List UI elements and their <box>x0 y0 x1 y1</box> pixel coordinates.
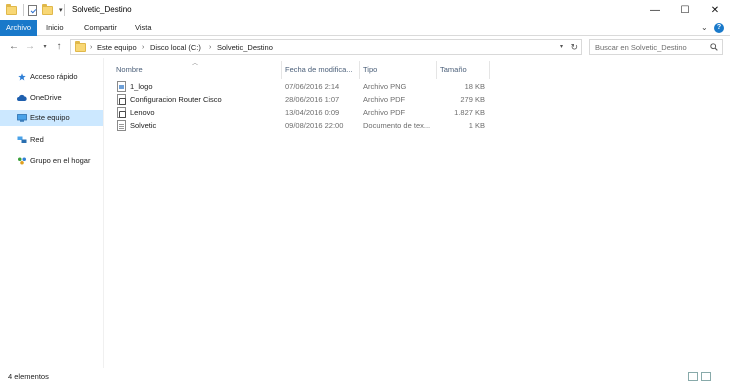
help-icon[interactable]: ? <box>714 23 724 33</box>
sidebar-item-label: Red <box>30 135 44 144</box>
file-date: 13/04/2016 0:09 <box>285 108 340 117</box>
sidebar-item-grupo-en-el-hogar[interactable]: Grupo en el hogar <box>0 153 103 169</box>
details-view-icon[interactable] <box>688 372 698 381</box>
column-divider[interactable] <box>436 61 437 79</box>
column-header-name[interactable]: Nombre <box>116 63 143 77</box>
file-date: 07/06/2016 2:14 <box>285 82 340 91</box>
file-name: Lenovo <box>130 108 155 117</box>
maximize-button[interactable]: ☐ <box>670 0 700 20</box>
forward-icon[interactable]: → <box>24 40 36 54</box>
file-size: 18 KB <box>464 82 485 91</box>
file-size: 1 KB <box>468 121 485 130</box>
folder-icon <box>75 41 86 52</box>
breadcrumb-solvetic-destino[interactable]: Solvetic_Destino <box>217 42 273 53</box>
toolbar-divider <box>63 4 65 16</box>
text-file-icon <box>117 120 126 131</box>
homegroup-icon <box>18 157 26 165</box>
file-row[interactable]: 1_logo 07/06/2016 2:14 Archivo PNG 18 KB <box>112 80 498 93</box>
breadcrumb-disco-local[interactable]: Disco local (C:) <box>150 42 201 53</box>
file-name: Configuracion Router Cisco <box>130 95 222 104</box>
properties-icon[interactable] <box>28 4 37 16</box>
sidebar-item-acceso-rapido[interactable]: Acceso rápido <box>0 69 103 85</box>
network-icon <box>17 136 27 143</box>
tab-vista[interactable]: Vista <box>135 20 152 36</box>
new-folder-icon[interactable] <box>42 3 53 15</box>
file-row[interactable]: Lenovo 13/04/2016 0:09 Archivo PDF 1.827… <box>112 106 498 119</box>
file-list: ︿ Nombre Fecha de modifica... Tipo Tamañ… <box>104 58 730 368</box>
sidebar-item-este-equipo[interactable]: Este equipo <box>0 110 103 126</box>
sort-ascending-icon: ︿ <box>192 61 199 67</box>
address-bar[interactable]: › Este equipo › Disco local (C:) › Solve… <box>70 39 582 55</box>
file-row[interactable]: Configuracion Router Cisco 28/06/2016 1:… <box>112 93 498 106</box>
cloud-icon <box>17 94 27 101</box>
file-name: Solvetic <box>130 121 157 130</box>
tab-archivo[interactable]: Archivo <box>0 20 38 36</box>
pdf-file-icon <box>117 107 126 118</box>
column-header-type[interactable]: Tipo <box>363 63 377 77</box>
sidebar-item-label: OneDrive <box>30 93 62 102</box>
pdf-file-icon <box>117 94 126 105</box>
item-count: 4 elementos <box>8 372 49 381</box>
minimize-button[interactable]: — <box>640 0 670 20</box>
breadcrumb-separator[interactable]: › <box>209 42 211 53</box>
refresh-icon[interactable]: ↻ <box>570 41 578 53</box>
customize-toolbar-icon[interactable]: ▾ <box>59 6 63 14</box>
close-button[interactable]: ✕ <box>700 0 730 20</box>
back-icon[interactable]: ← <box>8 40 20 54</box>
column-header-size[interactable]: Tamaño <box>440 63 467 77</box>
large-icons-view-icon[interactable] <box>701 372 711 381</box>
breadcrumb-separator[interactable]: › <box>90 42 92 53</box>
star-icon <box>18 73 26 81</box>
folder-icon <box>6 3 17 15</box>
sidebar-item-label: Grupo en el hogar <box>30 156 91 165</box>
column-header-date[interactable]: Fecha de modifica... <box>285 63 353 77</box>
search-input[interactable]: Buscar en Solvetic_Destino <box>589 39 723 55</box>
file-size: 279 KB <box>460 95 485 104</box>
address-dropdown-icon[interactable]: ▾ <box>560 42 563 53</box>
recent-locations-icon[interactable]: ▾ <box>39 40 51 54</box>
title-bar: ▾ Solvetic_Destino — ☐ ✕ <box>0 0 730 20</box>
file-type: Documento de tex... <box>363 121 431 130</box>
window-title: Solvetic_Destino <box>72 5 132 14</box>
file-type: Archivo PDF <box>363 108 406 117</box>
file-type: Archivo PNG <box>363 82 407 91</box>
tab-compartir[interactable]: Compartir <box>84 20 117 36</box>
search-icon <box>710 43 718 51</box>
column-divider[interactable] <box>359 61 360 79</box>
sidebar-item-label: Acceso rápido <box>30 72 78 81</box>
ribbon-tabs: Archivo Inicio Compartir Vista ⌄ ? <box>0 20 730 36</box>
png-file-icon <box>117 81 126 92</box>
toolbar-divider <box>23 4 24 16</box>
navigation-pane: Acceso rápido OneDrive Este equipo Red G… <box>0 62 103 368</box>
breadcrumb-este-equipo[interactable]: Este equipo <box>97 42 137 53</box>
file-row[interactable]: Solvetic 09/08/2016 22:00 Documento de t… <box>112 119 498 132</box>
tab-inicio[interactable]: Inicio <box>46 20 64 36</box>
navigation-bar: ← → ▾ ↑ › Este equipo › Disco local (C:)… <box>0 36 730 58</box>
file-date: 09/08/2016 22:00 <box>285 121 344 130</box>
file-type: Archivo PDF <box>363 95 406 104</box>
column-divider[interactable] <box>281 61 282 79</box>
file-name: 1_logo <box>130 82 153 91</box>
sidebar-item-onedrive[interactable]: OneDrive <box>0 90 103 106</box>
status-bar: 4 elementos <box>0 368 730 385</box>
computer-icon <box>17 114 27 122</box>
quick-access-toolbar: ▾ <box>6 3 69 17</box>
file-size: 1.827 KB <box>454 108 485 117</box>
up-icon[interactable]: ↑ <box>53 40 65 54</box>
sidebar-item-red[interactable]: Red <box>0 132 103 148</box>
search-placeholder: Buscar en Solvetic_Destino <box>595 43 687 52</box>
file-date: 28/06/2016 1:07 <box>285 95 340 104</box>
chevron-down-icon[interactable]: ⌄ <box>701 23 708 32</box>
sidebar-item-label: Este equipo <box>30 113 70 122</box>
column-divider[interactable] <box>489 61 490 79</box>
breadcrumb-separator[interactable]: › <box>142 42 144 53</box>
